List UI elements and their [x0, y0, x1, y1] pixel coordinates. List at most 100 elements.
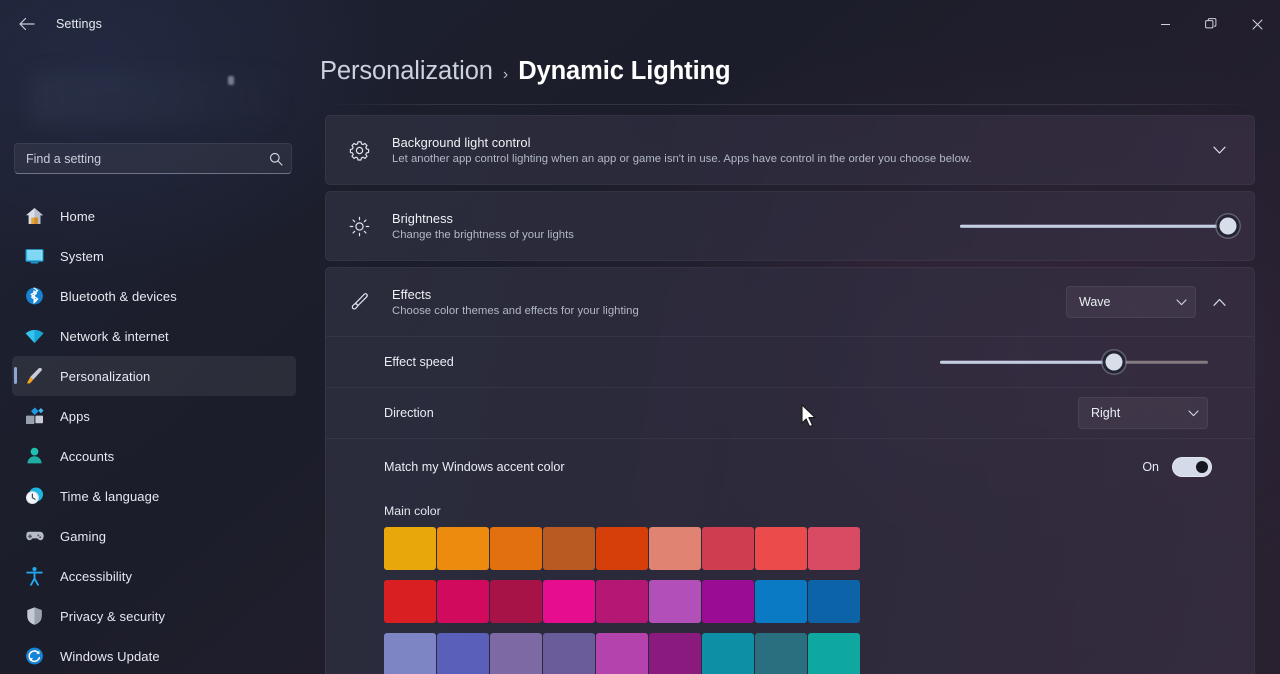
- color-swatch[interactable]: [649, 633, 701, 674]
- sidebar-item-label: Accounts: [60, 448, 115, 464]
- color-swatch[interactable]: [543, 633, 595, 674]
- title-bar: Settings: [0, 0, 1280, 48]
- main-content: Personalization › Dynamic Lighting Backg…: [320, 0, 1280, 674]
- slider-fill: [940, 360, 1115, 364]
- sidebar-item-label: Personalization: [60, 368, 151, 384]
- slider-thumb[interactable]: [1219, 217, 1237, 235]
- color-swatch[interactable]: [808, 527, 860, 570]
- accounts-icon: [22, 444, 46, 468]
- sidebar-item-windows-update[interactable]: Windows Update: [12, 636, 296, 674]
- direction-dropdown-value: Right: [1091, 406, 1121, 420]
- effects-dropdown[interactable]: Wave: [1066, 286, 1196, 318]
- chevron-down-icon: [1176, 298, 1187, 306]
- breadcrumb-separator-icon: ›: [502, 66, 509, 83]
- row-title: Brightness: [392, 211, 453, 226]
- color-swatch[interactable]: [384, 633, 436, 674]
- color-swatch[interactable]: [649, 527, 701, 570]
- back-arrow-icon: [18, 17, 35, 31]
- app-title: Settings: [56, 17, 102, 31]
- sidebar-item-label: Network & internet: [60, 328, 169, 344]
- personalization-icon: [22, 364, 46, 388]
- sidebar-item-apps[interactable]: Apps: [12, 396, 296, 436]
- privacy-shield-icon: [22, 604, 46, 628]
- color-swatch[interactable]: [755, 527, 807, 570]
- sidebar-item-system[interactable]: System: [12, 236, 296, 276]
- sidebar-item-accounts[interactable]: Accounts: [12, 436, 296, 476]
- slider-fill: [960, 224, 1228, 228]
- breadcrumb-parent[interactable]: Personalization: [320, 57, 493, 86]
- color-swatch[interactable]: [596, 527, 648, 570]
- content-divider: [325, 104, 1256, 105]
- sidebar-item-time-language[interactable]: Time & language: [12, 476, 296, 516]
- row-subtitle: Let another app control lighting when an…: [392, 153, 972, 165]
- back-button[interactable]: [6, 8, 46, 40]
- effect-speed-slider[interactable]: [940, 352, 1208, 372]
- sidebar-item-label: Accessibility: [60, 568, 133, 584]
- brightness-slider[interactable]: [960, 216, 1237, 236]
- brightness-icon: [342, 209, 376, 243]
- card-effects: Effects Choose color themes and effects …: [325, 267, 1255, 674]
- main-color-swatch-grid: [384, 527, 1254, 674]
- row-text-block: Effects Choose color themes and effects …: [392, 287, 639, 317]
- color-swatch[interactable]: [702, 633, 754, 674]
- color-swatch[interactable]: [384, 527, 436, 570]
- search-icon: [261, 152, 291, 166]
- direction-dropdown[interactable]: Right: [1078, 397, 1208, 429]
- effects-dropdown-value: Wave: [1079, 295, 1111, 309]
- color-swatch[interactable]: [755, 580, 807, 623]
- sidebar-item-accessibility[interactable]: Accessibility: [12, 556, 296, 596]
- time-icon: [22, 484, 46, 508]
- sidebar-item-bluetooth[interactable]: Bluetooth & devices: [12, 276, 296, 316]
- color-swatch[interactable]: [596, 633, 648, 674]
- slider-thumb[interactable]: [1105, 353, 1123, 371]
- restore-button[interactable]: [1188, 0, 1234, 48]
- section-main-color: Main color: [326, 494, 1254, 674]
- color-swatch[interactable]: [543, 580, 595, 623]
- color-swatch[interactable]: [808, 633, 860, 674]
- sidebar-item-label: Privacy & security: [60, 608, 166, 624]
- color-swatch[interactable]: [437, 580, 489, 623]
- color-swatch[interactable]: [596, 580, 648, 623]
- row-subtitle: Choose color themes and effects for your…: [392, 305, 639, 317]
- main-color-label: Main color: [384, 504, 441, 518]
- direction-label: Direction: [384, 406, 434, 420]
- sidebar-item-privacy-security[interactable]: Privacy & security: [12, 596, 296, 636]
- brush-icon: [342, 285, 376, 319]
- color-swatch[interactable]: [808, 580, 860, 623]
- color-swatch[interactable]: [490, 527, 542, 570]
- sidebar-item-personalization[interactable]: Personalization: [12, 356, 296, 396]
- row-background-light-control[interactable]: Background light control Let another app…: [326, 116, 1254, 184]
- sidebar-item-label: Gaming: [60, 528, 107, 544]
- chevron-up-icon[interactable]: [1204, 287, 1234, 317]
- row-text-block: Brightness Change the brightness of your…: [392, 211, 574, 241]
- search-input[interactable]: [15, 151, 261, 166]
- system-icon: [22, 244, 46, 268]
- sidebar-item-network[interactable]: Network & internet: [12, 316, 296, 356]
- color-swatch[interactable]: [384, 580, 436, 623]
- effect-speed-label: Effect speed: [384, 355, 454, 369]
- color-swatch[interactable]: [490, 633, 542, 674]
- match-accent-toggle[interactable]: [1172, 456, 1212, 477]
- color-swatch[interactable]: [437, 633, 489, 674]
- sidebar-item-home[interactable]: Home: [12, 196, 296, 236]
- color-swatch[interactable]: [490, 580, 542, 623]
- card-brightness: Brightness Change the brightness of your…: [325, 191, 1255, 261]
- bluetooth-icon: [22, 284, 46, 308]
- minimize-button[interactable]: [1142, 0, 1188, 48]
- color-swatch[interactable]: [649, 580, 701, 623]
- sidebar-item-gaming[interactable]: Gaming: [12, 516, 296, 556]
- color-swatch[interactable]: [755, 633, 807, 674]
- color-swatch[interactable]: [702, 527, 754, 570]
- restore-icon: [1205, 18, 1217, 29]
- color-swatch[interactable]: [702, 580, 754, 623]
- close-button[interactable]: [1234, 0, 1280, 48]
- color-swatch[interactable]: [437, 527, 489, 570]
- sidebar-item-label: Windows Update: [60, 648, 160, 664]
- settings-card-list: Background light control Let another app…: [325, 115, 1255, 674]
- profile-highlight: [228, 76, 234, 85]
- breadcrumb: Personalization › Dynamic Lighting: [320, 57, 731, 86]
- color-swatch[interactable]: [543, 527, 595, 570]
- sidebar: Home System: [0, 0, 320, 674]
- search-box[interactable]: [14, 143, 292, 174]
- chevron-down-icon[interactable]: [1204, 135, 1234, 165]
